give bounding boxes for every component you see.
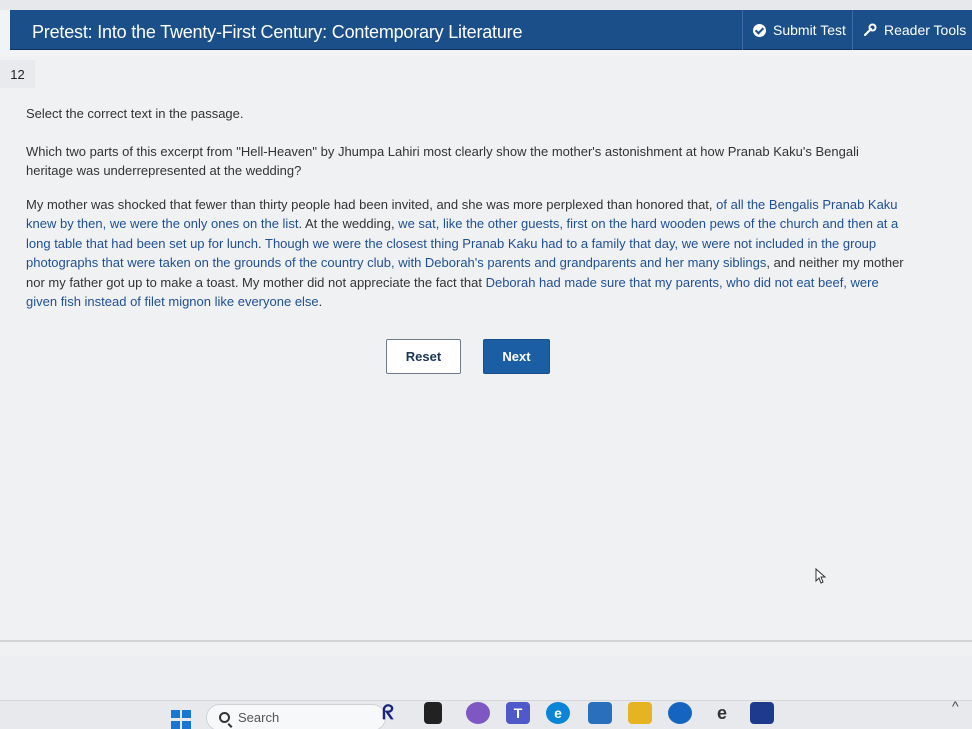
submit-test-button[interactable]: Submit Test (742, 10, 850, 50)
reader-tools-label: Reader Tools (884, 22, 967, 38)
passage-segment: . At the wedding, (298, 216, 395, 231)
ribbon-icon[interactable]: ᖇ (376, 702, 400, 724)
search-icon (219, 712, 230, 723)
dell-icon[interactable] (668, 702, 692, 724)
instruction-text: Select the correct text in the passage. (26, 106, 244, 121)
passage-segment: My mother was shocked that fewer than th… (26, 196, 713, 212)
passage-segment: . (258, 235, 266, 251)
test-header: Pretest: Into the Twenty-First Century: … (10, 10, 972, 50)
windows-start-icon[interactable] (171, 710, 191, 729)
reset-button[interactable]: Reset (386, 339, 461, 374)
file-explorer-icon[interactable] (424, 702, 442, 724)
passage: My mother was shocked that fewer than th… (26, 195, 906, 312)
app-icon[interactable] (750, 702, 774, 724)
chrome-icon[interactable]: e (710, 702, 734, 724)
mouse-cursor-icon (815, 568, 827, 584)
question-content: Select the correct text in the passage. … (26, 104, 906, 312)
wrench-icon (863, 23, 877, 37)
chevron-up-icon[interactable]: ^ (952, 698, 959, 714)
question-number: 12 (0, 60, 35, 88)
action-buttons: Reset Next (386, 339, 550, 374)
reader-tools-button[interactable]: Reader Tools (852, 10, 972, 50)
taskbar-search[interactable]: Search (206, 704, 386, 729)
next-button[interactable]: Next (483, 339, 550, 374)
copilot-icon[interactable] (466, 702, 490, 724)
divider (0, 640, 972, 642)
footer-area (0, 656, 972, 700)
search-placeholder: Search (238, 710, 280, 725)
browser-top-strip (0, 0, 972, 10)
submit-test-label: Submit Test (773, 22, 846, 38)
check-circle-icon (753, 23, 766, 37)
question-text: Which two parts of this excerpt from "He… (26, 143, 859, 179)
teams-icon[interactable]: T (506, 702, 530, 724)
store-icon[interactable] (588, 702, 612, 724)
passage-segment: . (318, 294, 323, 309)
edge-icon[interactable]: e (546, 702, 570, 724)
test-title: Pretest: Into the Twenty-First Century: … (32, 22, 523, 42)
folder-icon[interactable] (628, 702, 652, 724)
